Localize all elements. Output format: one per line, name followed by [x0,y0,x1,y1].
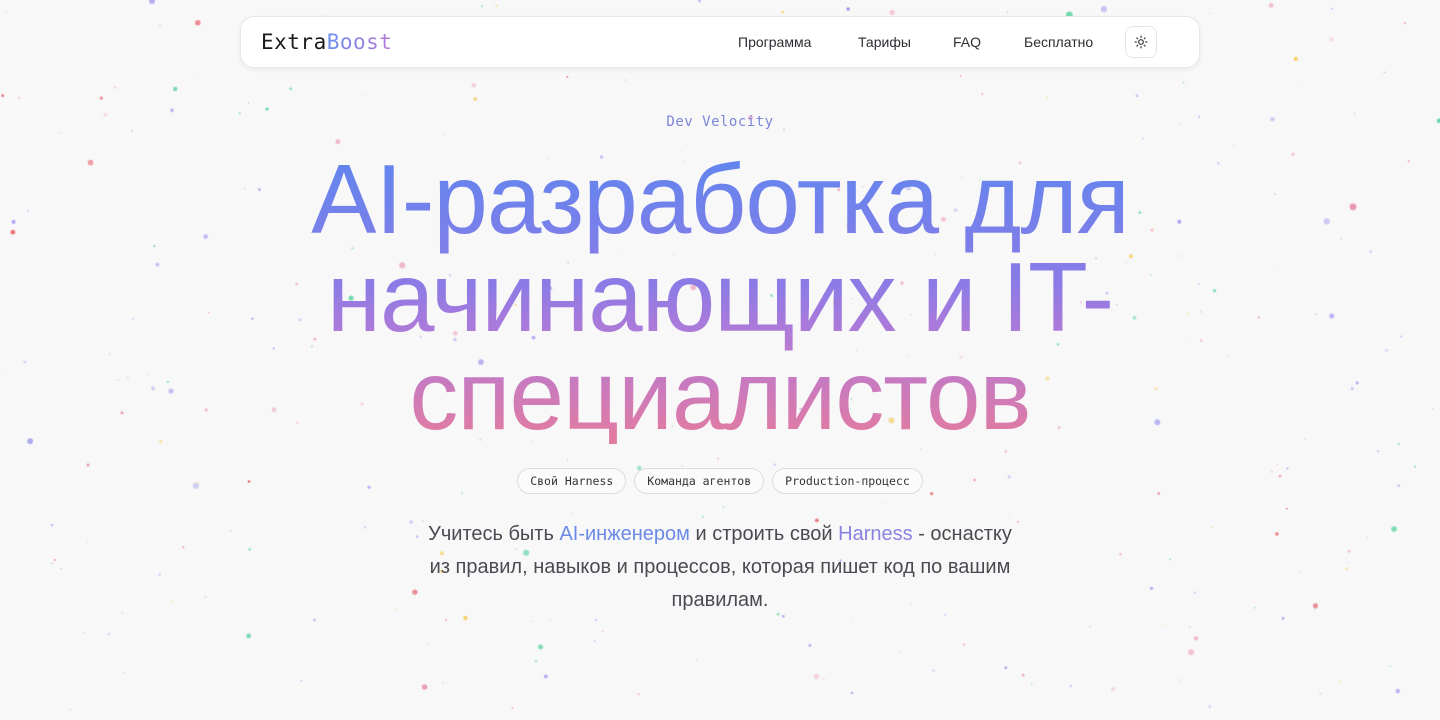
tag-harness: Свой Harness [517,468,627,494]
nav-link-faq[interactable]: FAQ [953,34,981,50]
desc-highlight-ai-engineer: AI-инженером [559,523,690,545]
hero-tags: Свой Harness Команда агентов Production-… [0,468,1440,494]
theme-toggle-button[interactable] [1125,26,1157,58]
nav-link-program[interactable]: Программа [738,34,811,50]
desc-text-2: и строить свой [689,523,839,545]
top-navbar: ExtraBoost Программа Тарифы FAQ Бесплатн… [240,16,1200,68]
sun-icon [1134,35,1148,49]
nav-link-pricing[interactable]: Тарифы [858,34,911,50]
desc-highlight-harness: Harness [838,523,913,545]
hero-eyebrow: Dev Velocity [666,114,774,130]
hero-title: AI-разработка для начинающих и IT-специа… [270,150,1170,444]
tag-agents: Команда агентов [634,468,765,494]
hero-description: Учитесь быть AI-инженером и строить свой… [420,518,1020,617]
desc-text-1: Учитесь быть [428,523,560,545]
tag-production: Production-процесс [772,468,923,494]
nav-links: Программа Тарифы FAQ Бесплатно [241,17,1199,67]
nav-link-free[interactable]: Бесплатно [1024,34,1093,50]
